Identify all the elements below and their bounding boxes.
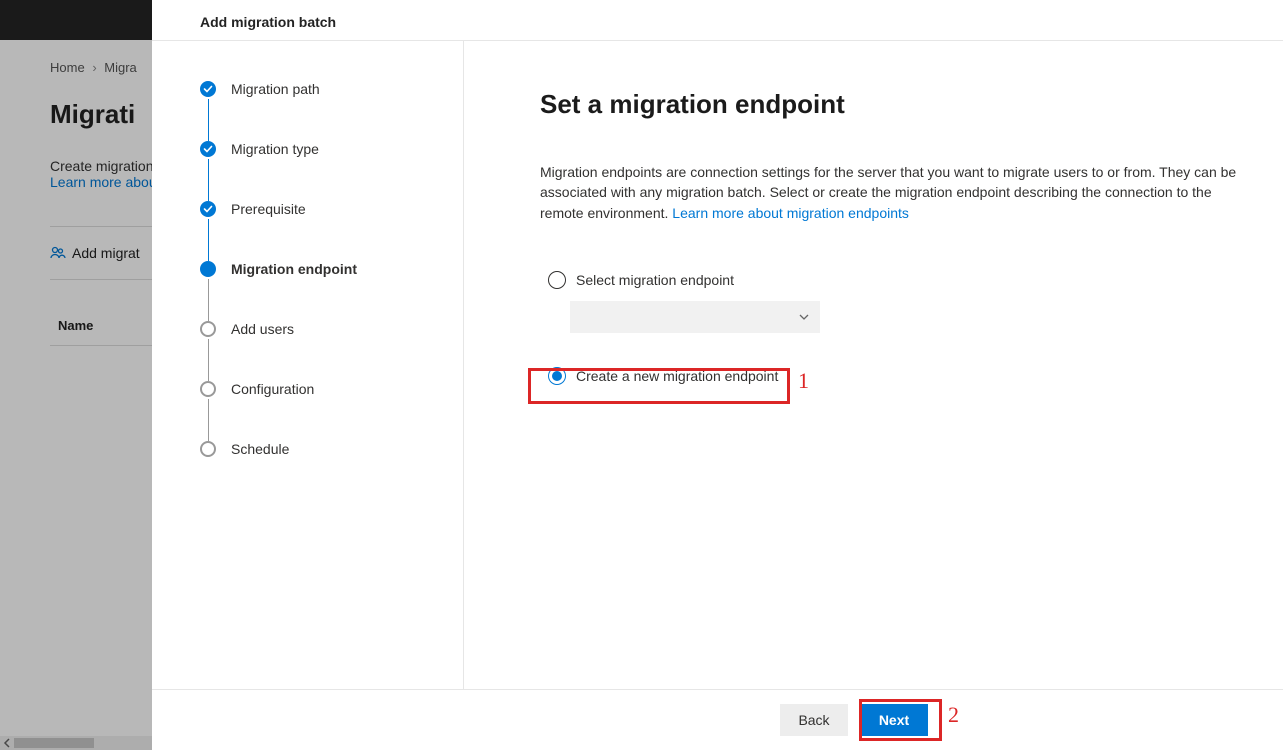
back-button[interactable]: Back [780, 704, 848, 736]
annotation-label-1: 1 [798, 368, 809, 394]
radio-icon [548, 271, 566, 289]
future-step-icon [200, 321, 216, 337]
step-label: Prerequisite [231, 201, 306, 261]
content-description: Migration endpoints are connection setti… [540, 162, 1251, 223]
add-migration-panel: Add migration batch Migration pathMigrat… [152, 0, 1283, 750]
annotation-label-2: 2 [948, 702, 959, 728]
next-button[interactable]: Next [860, 704, 928, 736]
wizard-step[interactable]: Migration type [200, 141, 439, 201]
check-circle-icon [200, 81, 216, 97]
wizard-step[interactable]: Schedule [200, 441, 439, 457]
learn-more-endpoints-link[interactable]: Learn more about migration endpoints [672, 205, 909, 221]
radio-select-label: Select migration endpoint [576, 272, 734, 288]
endpoint-dropdown[interactable] [570, 301, 820, 333]
future-step-icon [200, 441, 216, 457]
panel-header: Add migration batch [152, 0, 1283, 41]
check-circle-icon [200, 141, 216, 157]
step-label: Configuration [231, 381, 314, 441]
modal-overlay [0, 0, 152, 750]
wizard-step[interactable]: Configuration [200, 381, 439, 441]
wizard-step[interactable]: Prerequisite [200, 201, 439, 261]
step-label: Schedule [231, 441, 289, 457]
step-label: Migration type [231, 141, 319, 201]
panel-body: Migration pathMigration typePrerequisite… [152, 41, 1283, 689]
step-label: Add users [231, 321, 294, 381]
content-title: Set a migration endpoint [540, 89, 1251, 120]
radio-select-endpoint[interactable]: Select migration endpoint [540, 265, 1251, 295]
wizard-step[interactable]: Add users [200, 321, 439, 381]
wizard-content: Set a migration endpoint Migration endpo… [464, 41, 1283, 689]
radio-create-label: Create a new migration endpoint [576, 368, 778, 384]
future-step-icon [200, 381, 216, 397]
chevron-down-icon [798, 311, 810, 323]
radio-icon [548, 367, 566, 385]
wizard-step[interactable]: Migration endpoint [200, 261, 439, 321]
check-circle-icon [200, 201, 216, 217]
wizard-steps: Migration pathMigration typePrerequisite… [152, 41, 464, 689]
current-step-icon [200, 261, 216, 277]
step-label: Migration path [231, 81, 320, 141]
panel-footer: Back Next 2 [152, 689, 1283, 750]
step-label: Migration endpoint [231, 261, 357, 321]
radio-create-endpoint[interactable]: Create a new migration endpoint [540, 361, 1251, 391]
wizard-step[interactable]: Migration path [200, 81, 439, 141]
